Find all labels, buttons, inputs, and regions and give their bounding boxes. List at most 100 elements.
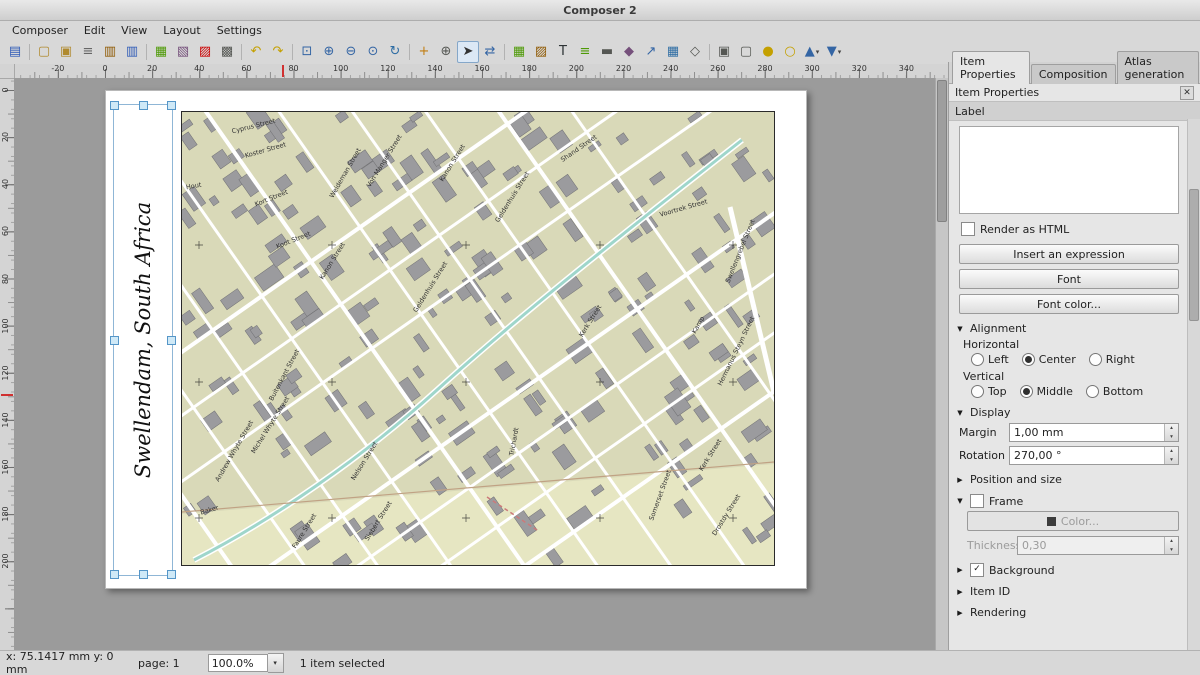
expander-icon[interactable]: ▶ (955, 609, 965, 617)
zoom-in-button[interactable]: ⊕ (318, 41, 340, 63)
move-item-content-button[interactable]: ⇄ (479, 41, 501, 63)
selection-handle[interactable] (167, 336, 176, 345)
selection-handle[interactable] (139, 570, 148, 579)
new-composer-button[interactable]: ▢ (33, 41, 55, 63)
selection-handle[interactable] (110, 336, 119, 345)
redo-button[interactable]: ↷ (267, 41, 289, 63)
selection-handle[interactable] (167, 570, 176, 579)
unlock-items-button[interactable]: ○ (779, 41, 801, 63)
selection-handle[interactable] (139, 101, 148, 110)
add-legend-button[interactable]: ≡ (574, 41, 596, 63)
spin-down-icon[interactable]: ▾ (1165, 456, 1178, 465)
spinner-buttons[interactable]: ▴ ▾ (1164, 447, 1178, 464)
undo-button[interactable]: ↶ (245, 41, 267, 63)
display-group-header[interactable]: ▼ Display (955, 406, 1179, 419)
radio-left[interactable]: Left (971, 353, 1009, 366)
add-html-frame-button[interactable]: ◇ (684, 41, 706, 63)
scrollbar-thumb[interactable] (937, 80, 947, 222)
item-id-group-header[interactable]: ▶ Item ID (955, 585, 1179, 598)
menu-edit[interactable]: Edit (76, 23, 113, 38)
duplicate-composer-button[interactable]: ▣ (55, 41, 77, 63)
radio-center[interactable]: Center (1022, 353, 1076, 366)
position-size-group-header[interactable]: ▶ Position and size (955, 473, 1179, 486)
expander-icon[interactable]: ▼ (955, 409, 965, 417)
group-items-button[interactable]: ▣ (713, 41, 735, 63)
composer-canvas[interactable]: Swellendam, South Africa (14, 78, 948, 651)
menu-composer[interactable]: Composer (4, 23, 76, 38)
close-icon[interactable]: ✕ (1180, 86, 1194, 100)
composer-manager-button[interactable]: ≡ (77, 41, 99, 63)
tab-item-properties[interactable]: Item Properties (952, 51, 1030, 84)
expander-icon[interactable]: ▶ (955, 476, 965, 484)
export-as-svg-button[interactable]: ▧ (172, 41, 194, 63)
ungroup-items-button[interactable]: ▢ (735, 41, 757, 63)
export-as-image-button[interactable]: ▦ (150, 41, 172, 63)
spin-down-icon[interactable]: ▾ (1165, 433, 1178, 442)
radio-top[interactable]: Top (971, 385, 1007, 398)
spin-up-icon[interactable]: ▴ (1165, 447, 1178, 456)
spin-down-icon[interactable]: ▾ (1165, 546, 1178, 555)
add-scalebar-button[interactable]: ▬ (596, 41, 618, 63)
checkbox-icon[interactable] (961, 222, 975, 236)
add-shape-button[interactable]: ◆ (618, 41, 640, 63)
font-button[interactable]: Font (959, 269, 1179, 289)
save-as-template-button[interactable]: ▥ (121, 41, 143, 63)
rendering-group-header[interactable]: ▶ Rendering (955, 606, 1179, 619)
label-text-input[interactable] (959, 126, 1179, 214)
selection-handle[interactable] (110, 570, 119, 579)
margin-spinbox[interactable]: 1,00 mm ▴ ▾ (1009, 423, 1179, 442)
thickness-spinbox[interactable]: 0,30 ▴ ▾ (1017, 536, 1179, 555)
zoom-out-button[interactable]: ⊖ (340, 41, 362, 63)
zoom-dropdown-button[interactable]: ▾ (268, 653, 284, 673)
render-as-html-row[interactable]: Render as HTML (961, 222, 1179, 236)
zoom-full-button[interactable]: ⊡ (296, 41, 318, 63)
export-as-pdf-button[interactable]: ▨ (194, 41, 216, 63)
select-move-item-button[interactable]: ➤ (457, 41, 479, 63)
frame-checkbox[interactable] (970, 494, 984, 508)
print-button[interactable]: ▩ (216, 41, 238, 63)
tab-composition[interactable]: Composition (1031, 64, 1116, 84)
zoom-actual-button[interactable]: ⊙ (362, 41, 384, 63)
font-color-button[interactable]: Font color... (959, 294, 1179, 314)
insert-expression-button[interactable]: Insert an expression (959, 244, 1179, 264)
spin-up-icon[interactable]: ▴ (1165, 537, 1178, 546)
zoom-tool-button[interactable]: ⊕ (435, 41, 457, 63)
composition-page[interactable]: Swellendam, South Africa (105, 90, 807, 589)
frame-color-button[interactable]: Color... (967, 511, 1179, 531)
add-label-button[interactable]: T (552, 41, 574, 63)
tab-atlas-generation[interactable]: Atlas generation (1117, 51, 1199, 84)
rotation-spinbox[interactable]: 270,00 ° ▴ ▾ (1009, 446, 1179, 465)
scrollbar-thumb[interactable] (1189, 189, 1199, 321)
align-items-button[interactable]: ▼▾ (823, 41, 845, 63)
background-checkbox[interactable]: ✓ (970, 563, 984, 577)
background-group-header[interactable]: ▶ ✓ Background (955, 563, 1179, 577)
load-from-template-button[interactable]: ▥ (99, 41, 121, 63)
radio-bottom[interactable]: Bottom (1086, 385, 1143, 398)
spinner-buttons[interactable]: ▴ ▾ (1164, 424, 1178, 441)
add-image-button[interactable]: ▨ (530, 41, 552, 63)
radio-right[interactable]: Right (1089, 353, 1135, 366)
map-item[interactable]: Cyprus StreetKoster StreetHoutKort Stree… (181, 111, 775, 566)
alignment-group-header[interactable]: ▼ Alignment (955, 322, 1179, 335)
expander-icon[interactable]: ▼ (955, 325, 965, 333)
menu-settings[interactable]: Settings (209, 23, 270, 38)
panel-scrollbar[interactable] (1187, 119, 1200, 651)
spin-up-icon[interactable]: ▴ (1165, 424, 1178, 433)
expander-icon[interactable]: ▶ (955, 566, 965, 574)
expander-icon[interactable]: ▼ (955, 497, 965, 505)
spinner-buttons[interactable]: ▴ ▾ (1164, 537, 1178, 554)
save-project-button[interactable]: ▤ (4, 41, 26, 63)
label-item[interactable]: Swellendam, South Africa (113, 104, 173, 576)
radio-middle[interactable]: Middle (1020, 385, 1073, 398)
selection-handle[interactable] (167, 101, 176, 110)
frame-group-header[interactable]: ▼ Frame (955, 494, 1179, 508)
add-arrow-button[interactable]: ↗ (640, 41, 662, 63)
refresh-view-button[interactable]: ↻ (384, 41, 406, 63)
menu-view[interactable]: View (113, 23, 155, 38)
canvas-vertical-scrollbar[interactable] (935, 78, 948, 651)
selection-handle[interactable] (110, 101, 119, 110)
add-new-map-button[interactable]: ▦ (508, 41, 530, 63)
pan-composer-button[interactable]: + (413, 41, 435, 63)
raise-items-button[interactable]: ▲▾ (801, 41, 823, 63)
menu-layout[interactable]: Layout (155, 23, 208, 38)
